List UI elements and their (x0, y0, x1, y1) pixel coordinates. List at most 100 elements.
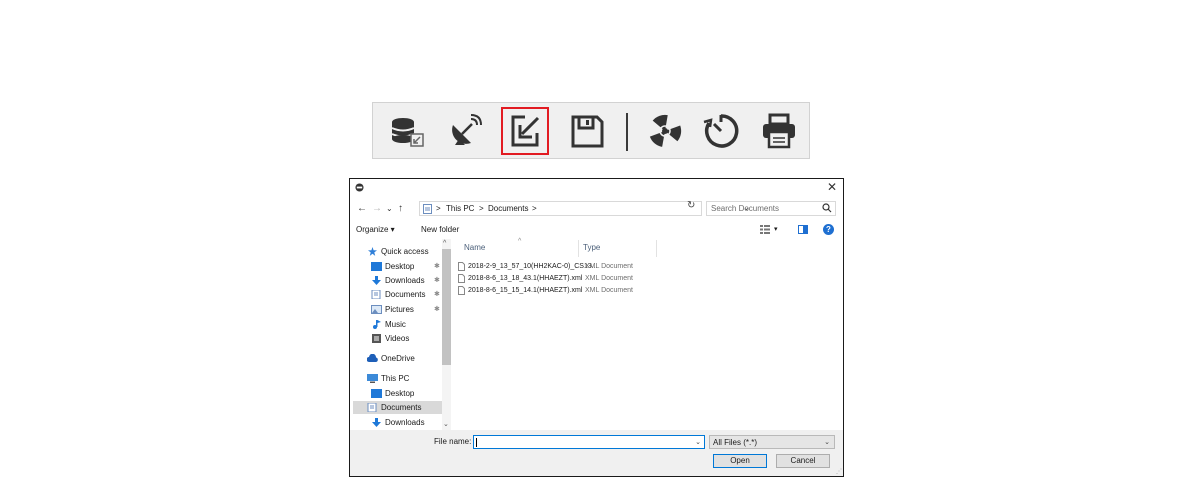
file-name: 2018-2-9_13_57_10(HH2KAC-0)_CS13... (468, 263, 598, 270)
file-list: ^ Name Type 2018-2-9_13_57_10(HH2KAC-0)_… (454, 238, 839, 430)
help-icon[interactable]: ? (823, 224, 834, 235)
sort-indicator: ^ (518, 238, 522, 245)
nav-item-label: Documents (385, 290, 426, 299)
sidebar-item-onedrive[interactable]: OneDrive (367, 352, 451, 365)
nav-item-label: OneDrive (381, 354, 415, 363)
sidebar-item-pc-downloads[interactable]: Downloads (371, 416, 451, 429)
file-row[interactable]: 2018-8-6_15_15_14.1(HHAEZT).xml XML Docu… (454, 285, 714, 297)
resize-grip-icon[interactable]: ⋰ (836, 468, 842, 475)
cancel-button[interactable]: Cancel (776, 454, 830, 468)
downloads-icon (372, 276, 381, 285)
timer-dial-icon (703, 114, 739, 148)
desktop-folder-icon (371, 389, 382, 398)
computer-icon (367, 374, 378, 383)
import-button[interactable] (501, 107, 549, 155)
nav-item-label: Quick access (381, 247, 429, 256)
satellite-button[interactable] (445, 111, 485, 151)
column-header-type[interactable]: Type (583, 243, 600, 252)
breadcrumb-documents[interactable]: Documents (488, 204, 528, 213)
save-icon (571, 115, 604, 148)
database-import-button[interactable] (387, 111, 427, 151)
breadcrumb-separator: > (532, 204, 537, 213)
nav-item-label: This PC (381, 374, 410, 383)
sidebar-item-music[interactable]: Music (371, 318, 451, 331)
organize-menu[interactable]: Organize ▾ (356, 225, 395, 234)
preview-pane-icon[interactable] (798, 225, 808, 234)
dialog-titlebar: ✕ (350, 179, 843, 195)
timer-button[interactable] (701, 111, 741, 151)
text-caret (476, 438, 477, 447)
toolbar-separator (626, 113, 628, 151)
up-button[interactable]: ↑ (398, 202, 403, 216)
address-bar[interactable]: > This PC > Documents > ⌄ (419, 201, 750, 216)
file-row[interactable]: 2018-8-6_13_18_43.1(HHAEZT).xml XML Docu… (454, 273, 714, 285)
chevron-down-icon[interactable]: ⌄ (695, 438, 701, 446)
save-button[interactable] (567, 111, 607, 151)
cloud-icon (367, 354, 378, 362)
file-type: XML Document (585, 287, 633, 294)
nav-item-label: Documents (381, 403, 422, 412)
file-icon (458, 286, 465, 295)
pin-icon: ✱ (434, 277, 440, 284)
view-options-icon[interactable] (760, 225, 770, 234)
file-row[interactable]: 2018-2-9_13_57_10(HH2KAC-0)_CS13... XML … (454, 261, 714, 273)
search-icon (822, 203, 832, 213)
print-button[interactable] (759, 111, 799, 151)
sidebar-item-pictures[interactable]: Pictures ✱ (371, 303, 451, 316)
sidebar-item-this-pc[interactable]: This PC (367, 372, 451, 385)
new-folder-button[interactable]: New folder (421, 225, 459, 234)
music-icon (373, 320, 381, 329)
navigation-pane: Quick access Desktop ✱ Downloads ✱ Docum… (351, 239, 451, 430)
nav-item-label: Music (385, 320, 406, 329)
scroll-down-icon[interactable]: ⌄ (443, 420, 449, 428)
documents-icon (367, 403, 377, 412)
sidebar-item-pc-desktop[interactable]: Desktop (371, 387, 451, 400)
file-name: 2018-8-6_15_15_14.1(HHAEZT).xml (468, 287, 583, 294)
pin-icon: ✱ (434, 291, 440, 298)
back-button[interactable]: ← (357, 202, 367, 216)
column-divider[interactable] (656, 240, 657, 257)
scroll-up-icon[interactable]: ^ (443, 240, 446, 247)
file-name-input[interactable]: ⌄ (473, 435, 705, 449)
quick-access-item[interactable]: Quick access (367, 245, 451, 258)
search-input[interactable]: Search Documents (706, 201, 836, 216)
breadcrumb-separator: > (479, 204, 484, 213)
sidebar-item-downloads[interactable]: Downloads ✱ (371, 274, 451, 287)
close-button[interactable]: ✕ (825, 180, 839, 194)
sidebar-item-desktop[interactable]: Desktop ✱ (371, 260, 451, 273)
sidebar-item-pc-documents[interactable]: Documents (353, 401, 451, 414)
forward-button[interactable]: → (372, 202, 382, 216)
nav-item-label: Desktop (385, 389, 415, 398)
nav-scrollbar-thumb[interactable] (442, 249, 451, 365)
nav-item-label: Videos (385, 334, 410, 343)
sidebar-item-videos[interactable]: Videos (371, 332, 451, 345)
downloads-icon (372, 418, 381, 427)
column-divider[interactable] (578, 240, 579, 257)
breadcrumb-separator: > (436, 204, 441, 213)
refresh-icon[interactable]: ↻ (687, 200, 695, 211)
file-name: 2018-8-6_13_18_43.1(HHAEZT).xml (468, 275, 583, 282)
open-file-dialog: ✕ ← → ⌄ ↑ > This PC > Documents > ⌄ ↻ Se… (349, 178, 844, 477)
database-import-icon (391, 118, 424, 147)
command-bar: Organize ▾ New folder ▾ ? (350, 222, 843, 238)
breadcrumb-this-pc[interactable]: This PC (446, 204, 474, 213)
documents-icon (371, 290, 381, 299)
view-dropdown-button[interactable]: ▾ (774, 225, 778, 233)
file-type: XML Document (585, 275, 633, 282)
search-placeholder: Search Documents (711, 204, 780, 213)
nav-item-label: Downloads (385, 276, 425, 285)
main-toolbar (372, 102, 810, 159)
column-header-name[interactable]: Name (464, 243, 485, 252)
chevron-down-icon: ⌄ (824, 439, 830, 446)
file-type-filter[interactable]: All Files (*.*) ⌄ (709, 435, 835, 449)
file-icon (458, 262, 465, 271)
star-icon (368, 247, 377, 256)
open-button[interactable]: Open (713, 454, 767, 468)
pictures-icon (371, 305, 382, 314)
radiation-button[interactable] (645, 111, 685, 151)
sidebar-item-documents[interactable]: Documents ✱ (371, 288, 451, 301)
recent-locations-button[interactable]: ⌄ (386, 202, 393, 216)
file-type: XML Document (585, 263, 633, 270)
nav-item-label: Downloads (385, 418, 425, 427)
pin-icon: ✱ (434, 306, 440, 313)
